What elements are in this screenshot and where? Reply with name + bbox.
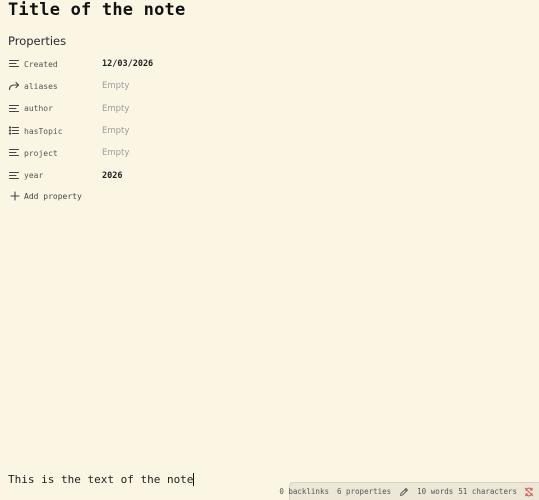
property-row-created[interactable]: Created 12/03/2026 — [8, 53, 368, 75]
sync-status-icon[interactable] — [524, 487, 534, 497]
property-value[interactable]: Empty — [102, 126, 129, 136]
property-value[interactable]: 12/03/2026 — [102, 59, 153, 69]
pencil-icon[interactable] — [399, 487, 409, 497]
list-icon[interactable] — [8, 125, 20, 137]
text-lines-icon[interactable] — [8, 170, 20, 182]
text-lines-icon[interactable] — [8, 147, 20, 159]
property-name[interactable]: hasTopic — [24, 127, 102, 136]
character-count: 51 characters — [458, 487, 517, 496]
note-body-text[interactable]: This is the text of the note — [8, 473, 193, 486]
property-name[interactable]: year — [24, 171, 102, 180]
property-row-hastopic[interactable]: hasTopic Empty — [8, 120, 368, 142]
property-name[interactable]: project — [24, 149, 102, 158]
note-title[interactable]: Title of the note — [8, 0, 185, 20]
property-name[interactable]: Created — [24, 60, 102, 69]
text-lines-icon[interactable] — [8, 58, 20, 70]
word-count: 10 words — [417, 487, 454, 496]
property-name[interactable]: aliases — [24, 82, 102, 91]
text-cursor — [193, 473, 195, 486]
text-lines-icon[interactable] — [8, 103, 20, 115]
status-bar: 0 backlinks 6 properties 10 words 51 cha… — [279, 482, 539, 500]
property-list: Created 12/03/2026 aliases Empty author … — [8, 53, 368, 187]
note-editor[interactable]: This is the text of the note — [8, 473, 195, 486]
add-property-label: Add property — [24, 191, 82, 201]
property-value[interactable]: Empty — [102, 148, 129, 158]
property-row-author[interactable]: author Empty — [8, 98, 368, 120]
backlinks-count[interactable]: 0 backlinks — [279, 487, 329, 496]
properties-header[interactable]: Properties — [8, 34, 66, 48]
property-value[interactable]: Empty — [102, 81, 129, 91]
property-row-year[interactable]: year 2026 — [8, 164, 368, 186]
properties-count[interactable]: 6 properties — [337, 487, 391, 496]
arrow-forward-icon[interactable] — [8, 80, 20, 92]
add-property-button[interactable]: Add property — [10, 191, 82, 201]
plus-icon — [10, 191, 20, 201]
property-name[interactable]: author — [24, 104, 102, 113]
property-row-project[interactable]: project Empty — [8, 142, 368, 164]
property-value[interactable]: 2026 — [102, 171, 122, 181]
property-row-aliases[interactable]: aliases Empty — [8, 75, 368, 97]
property-value[interactable]: Empty — [102, 104, 129, 114]
